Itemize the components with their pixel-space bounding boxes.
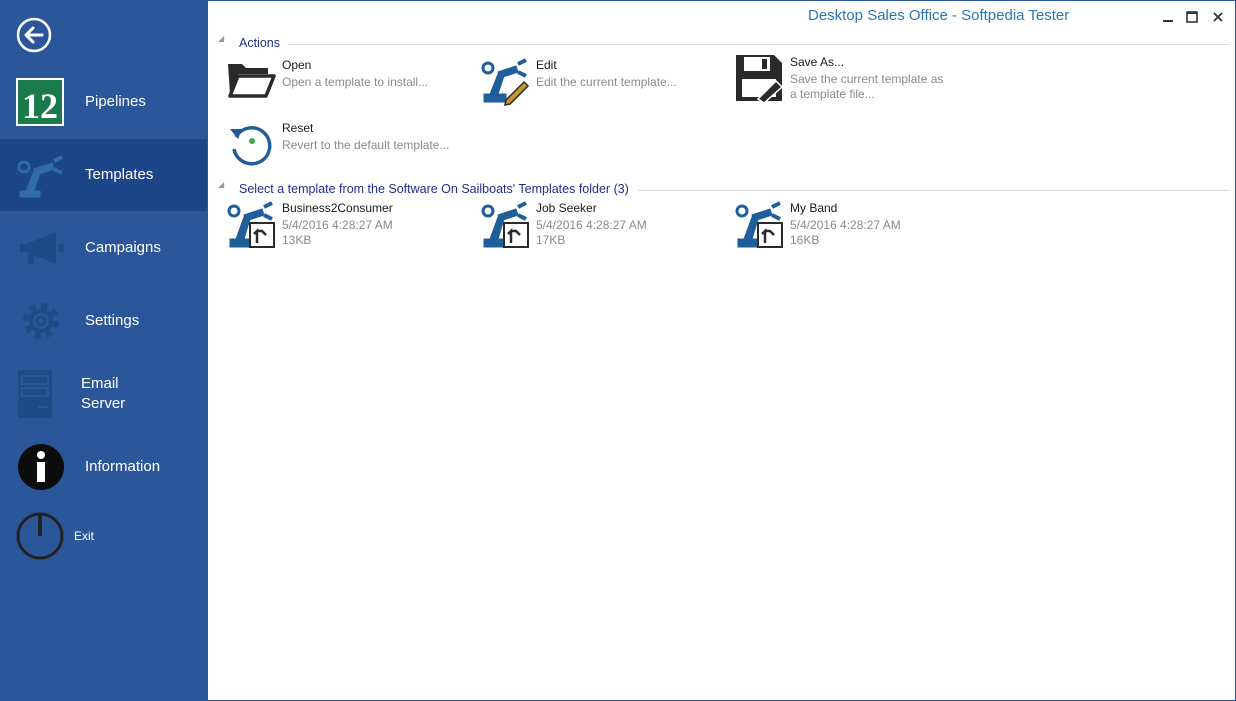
tile-name: Reset: [282, 121, 314, 135]
close-icon[interactable]: [1210, 9, 1226, 25]
sidebar-item-label: Exit: [74, 529, 95, 543]
actions-group-header[interactable]: ◢ Actions: [218, 34, 1230, 52]
open-action[interactable]: Open Open a template to install...: [226, 56, 476, 114]
label-line-1: Email: [81, 375, 119, 392]
collapse-triangle-icon[interactable]: ◢: [218, 34, 224, 43]
tile-name: Edit: [536, 58, 557, 72]
tile-description: Edit the current template...: [536, 75, 677, 89]
robot-arm-pencil-icon: [481, 58, 530, 106]
tile-size: 16KB: [790, 233, 820, 247]
sidebar-item-information[interactable]: Information: [0, 431, 207, 503]
template-item-my-band[interactable]: My Band 5/4/2016 4:28:27 AM 16KB: [734, 199, 984, 257]
group-title: Select a template from the Software On S…: [239, 182, 637, 196]
collapse-triangle-icon[interactable]: ◢: [218, 180, 224, 189]
sidebar-item-templates[interactable]: Templates: [0, 139, 207, 211]
label-line-2: Server: [81, 395, 126, 412]
tile-name: Open: [282, 58, 312, 72]
tile-description: Save the current template as: [790, 72, 944, 86]
main-panel: Desktop Sales Office - Softpedia Tester …: [207, 0, 1236, 701]
sidebar-item-exit[interactable]: Exit: [0, 500, 207, 572]
megaphone-icon: [20, 232, 64, 264]
tile-description: Revert to the default template...: [282, 138, 450, 152]
sidebar-item-settings[interactable]: Settings: [0, 285, 207, 357]
template-item-job-seeker[interactable]: Job Seeker 5/4/2016 4:28:27 AM 17KB: [480, 199, 730, 257]
tile-name: Business2Consumer: [282, 201, 393, 215]
tile-date: 5/4/2016 4:28:27 AM: [536, 218, 647, 232]
tile-date: 5/4/2016 4:28:27 AM: [282, 218, 393, 232]
sidebar-item-label: Email Server: [81, 374, 171, 414]
sidebar-item-label: Templates: [85, 166, 154, 183]
tile-name: Job Seeker: [536, 201, 597, 215]
sidebar-item-label: Pipelines: [85, 93, 146, 110]
edit-action[interactable]: Edit Edit the current template...: [480, 56, 730, 114]
power-icon: [16, 512, 64, 560]
tile-size: 13KB: [282, 233, 312, 247]
maximize-icon[interactable]: [1184, 9, 1200, 25]
group-divider: [239, 44, 1230, 45]
template-item-business2consumer[interactable]: Business2Consumer 5/4/2016 4:28:27 AM 13…: [226, 199, 476, 257]
group-title: Actions: [239, 36, 288, 50]
sidebar-item-label: Settings: [85, 312, 140, 329]
calendar-12-icon: 12: [16, 78, 64, 126]
window-title: Desktop Sales Office - Softpedia Tester: [808, 7, 1070, 24]
template-file-icon: [227, 201, 275, 248]
sidebar: 12 Pipelines Templates Campaigns Setting…: [0, 0, 207, 701]
folder-open-icon: [228, 64, 276, 98]
tile-name: Save As...: [790, 55, 845, 69]
templates-group-header[interactable]: ◢ Select a template from the Software On…: [218, 180, 1230, 198]
tile-date: 5/4/2016 4:28:27 AM: [790, 218, 901, 232]
sidebar-item-label: Campaigns: [85, 239, 161, 256]
svg-text:12: 12: [22, 86, 58, 126]
sidebar-item-pipelines[interactable]: 12 Pipelines: [0, 66, 207, 138]
server-icon: [18, 370, 52, 418]
info-icon: [18, 444, 64, 490]
floppy-save-icon: [736, 55, 784, 103]
reset-icon: [230, 126, 272, 166]
gear-icon: [23, 303, 59, 339]
save-as-action[interactable]: Save As... Save the current template as …: [734, 53, 984, 111]
template-file-icon: [481, 201, 529, 248]
sidebar-item-campaigns[interactable]: Campaigns: [0, 212, 207, 284]
reset-action[interactable]: Reset Revert to the default template...: [226, 119, 476, 177]
back-arrow-icon[interactable]: [16, 17, 52, 53]
tile-description: Open a template to install...: [282, 75, 429, 89]
sidebar-item-label: Information: [85, 458, 161, 475]
template-file-icon: [735, 201, 783, 248]
robot-arm-icon: [17, 155, 63, 198]
tile-description-line-2: a template file...: [790, 87, 875, 101]
tile-name: My Band: [790, 201, 838, 215]
sidebar-item-email-server[interactable]: Email Server: [0, 358, 207, 430]
minimize-icon[interactable]: [1160, 9, 1176, 25]
tile-size: 17KB: [536, 233, 566, 247]
